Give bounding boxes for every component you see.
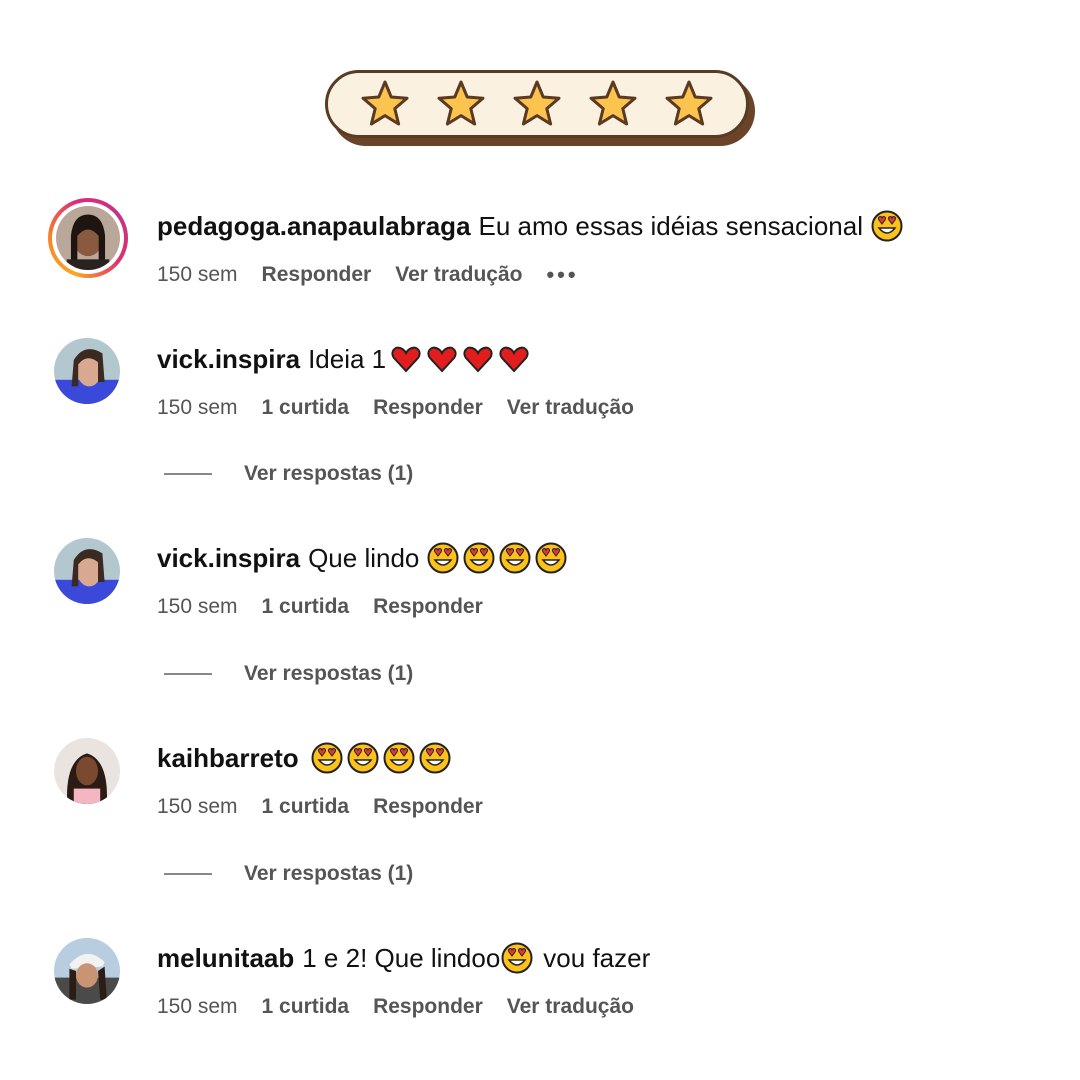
- comment-text-after: vou fazer: [543, 943, 651, 973]
- avatar-story-ring[interactable]: [48, 198, 128, 278]
- more-options-icon[interactable]: •••: [546, 261, 578, 289]
- heart-eyes-emoji-icon: [347, 742, 379, 774]
- reply-button[interactable]: Responder: [373, 993, 483, 1021]
- likes-count[interactable]: 1 curtida: [262, 394, 350, 422]
- reply-button[interactable]: Responder: [373, 394, 483, 422]
- comment-username[interactable]: vick.inspira: [157, 541, 300, 575]
- red-heart-emoji-icon: [498, 343, 530, 375]
- star-icon: [361, 80, 409, 126]
- comment-text: 1 e 2! Que lindoo: [302, 943, 501, 973]
- replies-divider: [164, 673, 212, 675]
- comment-age: 150 sem: [157, 595, 238, 618]
- comment-age: 150 sem: [157, 795, 238, 818]
- heart-eyes-emoji-icon: [499, 542, 531, 574]
- red-heart-emoji-icon: [390, 343, 422, 375]
- translate-button[interactable]: Ver tradução: [395, 261, 522, 289]
- replies-divider: [164, 473, 212, 475]
- comment-text: Que lindo: [308, 543, 420, 573]
- heart-eyes-emoji-icon: [427, 542, 459, 574]
- heart-eyes-emoji-icon: [311, 742, 343, 774]
- likes-count[interactable]: 1 curtida: [262, 793, 350, 821]
- reply-button[interactable]: Responder: [262, 261, 372, 289]
- view-replies-button[interactable]: Ver respostas (1): [164, 862, 413, 886]
- heart-eyes-emoji-icon: [501, 942, 533, 974]
- view-replies-button[interactable]: Ver respostas (1): [164, 662, 413, 686]
- replies-divider: [164, 873, 212, 875]
- comment-username[interactable]: kaihbarreto: [157, 741, 299, 775]
- translate-button[interactable]: Ver tradução: [507, 394, 634, 422]
- comment-username[interactable]: vick.inspira: [157, 342, 300, 376]
- likes-count[interactable]: 1 curtida: [262, 593, 350, 621]
- likes-count[interactable]: 1 curtida: [262, 993, 350, 1021]
- red-heart-emoji-icon: [462, 343, 494, 375]
- heart-eyes-emoji-icon: [383, 742, 415, 774]
- avatar[interactable]: [54, 938, 120, 1004]
- reply-button[interactable]: Responder: [373, 793, 483, 821]
- avatar: [56, 206, 120, 270]
- rating-pill: [325, 70, 749, 138]
- reply-button[interactable]: Responder: [373, 593, 483, 621]
- comment-age: 150 sem: [157, 396, 238, 419]
- comment-username[interactable]: pedagoga.anapaulabraga: [157, 209, 471, 243]
- view-replies-label: Ver respostas (1): [244, 662, 414, 685]
- avatar[interactable]: [54, 538, 120, 604]
- star-icon: [665, 80, 713, 126]
- heart-eyes-emoji-icon: [463, 542, 495, 574]
- avatar[interactable]: [54, 738, 120, 804]
- translate-button[interactable]: Ver tradução: [507, 993, 634, 1021]
- view-replies-label: Ver respostas (1): [244, 862, 414, 885]
- star-icon: [589, 80, 637, 126]
- star-icon: [513, 80, 561, 126]
- view-replies-label: Ver respostas (1): [244, 462, 414, 485]
- star-icon: [437, 80, 485, 126]
- view-replies-button[interactable]: Ver respostas (1): [164, 462, 413, 486]
- heart-eyes-emoji-icon: [535, 542, 567, 574]
- heart-eyes-emoji-icon: [419, 742, 451, 774]
- comment-text: Ideia 1: [308, 344, 387, 374]
- avatar[interactable]: [54, 338, 120, 404]
- comment-text: Eu amo essas idéias sensacional: [478, 211, 863, 241]
- red-heart-emoji-icon: [426, 343, 458, 375]
- comment-username[interactable]: melunitaab: [157, 941, 294, 975]
- heart-eyes-emoji-icon: [871, 210, 903, 242]
- comment-age: 150 sem: [157, 263, 238, 286]
- comment-age: 150 sem: [157, 995, 238, 1018]
- star-rating: [325, 70, 757, 146]
